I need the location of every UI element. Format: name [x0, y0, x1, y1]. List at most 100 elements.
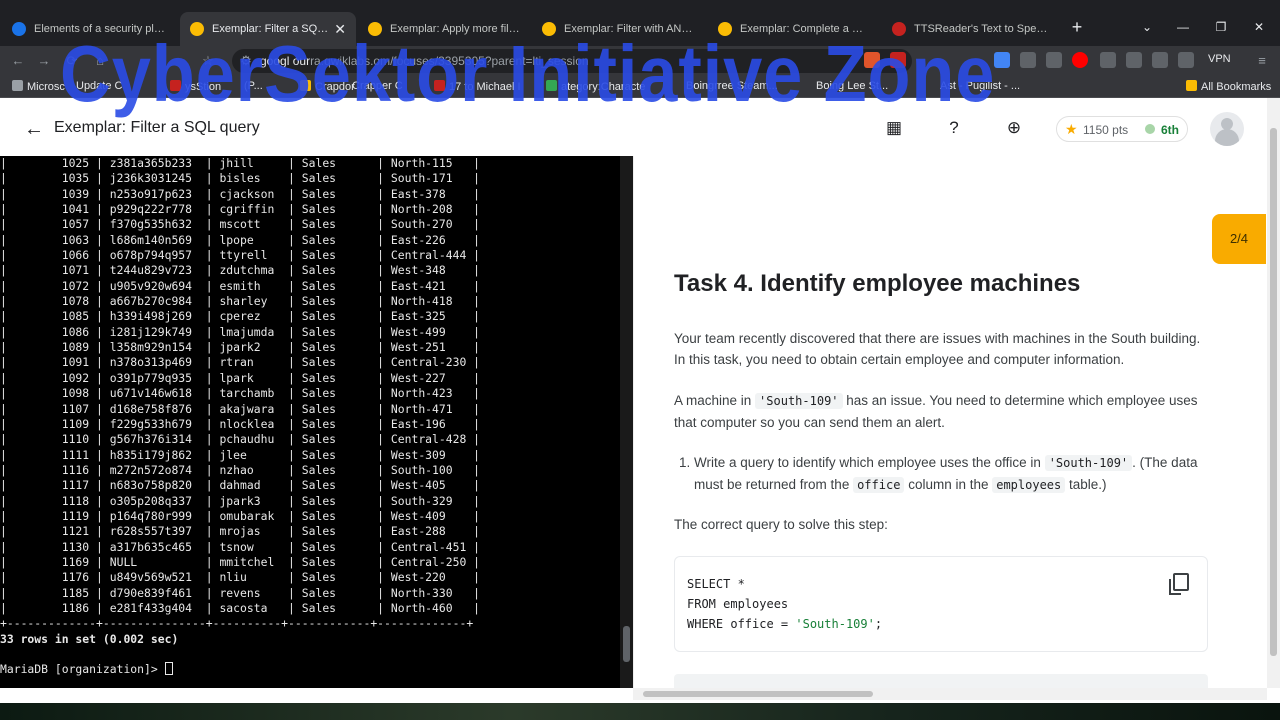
- bookmark-item[interactable]: 17 to Michael I: [434, 80, 521, 93]
- tab-sql-join[interactable]: Exemplar: Complete a SQL join |: [708, 12, 880, 46]
- youtube-icon[interactable]: [1072, 52, 1088, 68]
- terminal-row: | 1111 | h835i179j862 | jlee | Sales | W…: [0, 447, 481, 462]
- tab-title: Exemplar: Filter with AND, OR, ar: [564, 23, 694, 35]
- url-text: googl ourra.qwiklabs.om/focuses/3395305?…: [260, 54, 589, 68]
- bookmark-item[interactable]: Crapdor: [300, 80, 355, 93]
- back-arrow-icon[interactable]: ←: [24, 118, 44, 141]
- bookmark-item[interactable]: ategory:Characte: [546, 80, 645, 93]
- tab-apply-more-filters[interactable]: Exemplar: Apply more filters in S: [358, 12, 530, 46]
- page-title: Exemplar: Filter a SQL query: [54, 119, 260, 136]
- prompt-text: MariaDB [organization]>: [0, 662, 165, 677]
- terminal-scrollbar[interactable]: [620, 156, 633, 688]
- qwiklabs-icon: [190, 22, 204, 36]
- task-description: A machine in 'South-109' has an issue. Y…: [674, 393, 1198, 430]
- browser-toolbar: ← → ⟳ ⌂ ☆ ⚙ googl ourra.qwiklabs.om/focu…: [0, 46, 1280, 76]
- vpn-button[interactable]: VPN: [1208, 53, 1231, 65]
- help-icon[interactable]: ?: [944, 118, 964, 138]
- globe-icon: [12, 80, 23, 91]
- wallet-icon[interactable]: [1178, 52, 1194, 68]
- terminal-row: | 1089 | l358m929n154 | jpark2 | Sales |…: [0, 340, 481, 355]
- tab-filter-and-or[interactable]: Exemplar: Filter with AND, OR, ar: [532, 12, 704, 46]
- terminal-row: | 1071 | t244u829v723 | zdutchma | Sales…: [0, 263, 481, 278]
- terminal-row: | 1116 | m272n572o874 | nzhao | Sales | …: [0, 462, 481, 477]
- bookmark-star-icon[interactable]: ☆: [198, 51, 218, 71]
- bookmark-item[interactable]: Update C: [76, 80, 122, 92]
- tab-filter-sql-query[interactable]: Exemplar: Filter a SQL query ✕: [180, 12, 356, 46]
- solution-code-block[interactable]: SELECT * FROM employees WHERE office = '…: [674, 556, 1208, 652]
- back-icon[interactable]: ←: [8, 51, 28, 71]
- bookmark-item[interactable]: Microsc: [12, 80, 65, 93]
- terminal-row: | 1072 | u905v920w694 | esmith | Sales |…: [0, 278, 481, 293]
- points-value: 1150 pts: [1083, 123, 1129, 137]
- desktop-strip: [0, 703, 1280, 720]
- avatar[interactable]: [1210, 112, 1244, 146]
- progress-badge[interactable]: 2/4: [1212, 214, 1266, 264]
- close-icon[interactable]: ✕: [328, 21, 346, 38]
- brave-shield-icon[interactable]: [864, 52, 880, 68]
- tab-security-plan[interactable]: Elements of a security plan | Cou: [2, 12, 178, 46]
- terminal-row: | 1063 | l686m140n569 | lpope | Sales | …: [0, 232, 481, 247]
- points-chip[interactable]: ★ 1150 pts 6th: [1056, 116, 1188, 142]
- horizontal-scroll-thumb[interactable]: [643, 691, 873, 697]
- league-icon: [1145, 124, 1155, 134]
- ttsreader-icon: [892, 22, 906, 36]
- terminal-scroll-thumb[interactable]: [623, 626, 630, 662]
- instructions-panel: Task 4. Identify employee machines Your …: [633, 156, 1253, 688]
- step-text: Write a query to identify which employee…: [694, 455, 1198, 493]
- step-list: 1. Write a query to identify which emplo…: [679, 452, 1219, 496]
- minimize-icon[interactable]: —: [1170, 14, 1196, 40]
- code-line: FROM employees: [687, 597, 789, 611]
- terminal-prompt[interactable]: MariaDB [organization]>: [0, 662, 620, 677]
- bookmark-item[interactable]: Boingrree Steam...: [686, 80, 778, 92]
- terminal-output: | 1025 | z381a365b233 | jhill | Sales | …: [0, 156, 620, 678]
- bookmark-item[interactable]: Crapper C: [352, 80, 403, 92]
- copy-icon[interactable]: [1169, 573, 1189, 595]
- page-scroll-thumb[interactable]: [1270, 128, 1277, 656]
- site-info-icon[interactable]: ⚙: [236, 51, 256, 71]
- media-icon[interactable]: [1126, 52, 1142, 68]
- inline-code: employees: [992, 477, 1066, 493]
- tab-search-icon[interactable]: ⌄: [1134, 14, 1160, 40]
- maximize-icon[interactable]: ❐: [1208, 14, 1234, 40]
- reload-icon[interactable]: ⟳: [62, 51, 82, 71]
- home-icon[interactable]: ⌂: [90, 51, 110, 71]
- translate-icon[interactable]: [994, 52, 1010, 68]
- bookmark-item[interactable]: Ast - Pugilist - ...: [940, 80, 1020, 92]
- terminal-row: | 1092 | o391p779q935 | lpark | Sales | …: [0, 370, 481, 385]
- language-globe-icon[interactable]: ⊕: [1004, 118, 1024, 138]
- coursera-icon: [12, 22, 26, 36]
- terminal-row: | 1119 | p164q780r999 | omubarak | Sales…: [0, 508, 481, 523]
- window-close-icon[interactable]: ✕: [1246, 14, 1272, 40]
- brave-rewards-icon[interactable]: [890, 52, 906, 68]
- bookmark-item[interactable]: ysStion: [170, 80, 221, 93]
- horizontal-scrollbar[interactable]: [633, 688, 1267, 700]
- solution-label: The correct query to solve this step:: [674, 517, 888, 532]
- terminal-row: | 1130 | a317b635c465 | tsnow | Sales | …: [0, 539, 481, 554]
- bookmark-item[interactable]: (P...: [244, 80, 263, 92]
- terminal-row: | 1078 | a667b270c984 | sharley | Sales …: [0, 294, 481, 309]
- grid-icon[interactable]: ▦: [884, 118, 904, 138]
- tab-title: Exemplar: Filter a SQL query: [212, 23, 328, 35]
- qwiklabs-icon: [718, 22, 732, 36]
- menu-icon[interactable]: ≡: [1252, 51, 1272, 71]
- new-tab-button[interactable]: +: [1066, 16, 1088, 38]
- code-line: WHERE office = 'South-109';: [687, 617, 883, 631]
- screenshot-icon[interactable]: [1046, 52, 1062, 68]
- tab-ttsreader[interactable]: TTSReader's Text to Speech Playe: [882, 12, 1058, 46]
- terminal-row: | 1185 | d790e839f461 | revens | Sales |…: [0, 585, 481, 600]
- bookmark-item[interactable]: Boing Lee St...: [816, 80, 888, 92]
- terminal-row: | 1091 | n378o313p469 | rtran | Sales | …: [0, 355, 481, 370]
- puzzle-icon[interactable]: [1100, 52, 1116, 68]
- terminal-panel[interactable]: | 1025 | z381a365b233 | jhill | Sales | …: [0, 156, 633, 688]
- address-bar[interactable]: ⚙ googl ourra.qwiklabs.om/focuses/339530…: [232, 49, 912, 73]
- extension-icon[interactable]: [1020, 52, 1036, 68]
- rank-value: 6th: [1161, 123, 1179, 137]
- forward-icon[interactable]: →: [34, 51, 54, 71]
- all-bookmarks[interactable]: All Bookmarks: [1186, 80, 1271, 93]
- tab-title: TTSReader's Text to Speech Playe: [914, 23, 1048, 35]
- page-scrollbar[interactable]: [1267, 98, 1280, 688]
- bookmark-favicon: [546, 80, 557, 91]
- terminal-row: | 1186 | e281f433g404 | sacosta | Sales …: [0, 600, 481, 615]
- sidebar-icon[interactable]: [1152, 52, 1168, 68]
